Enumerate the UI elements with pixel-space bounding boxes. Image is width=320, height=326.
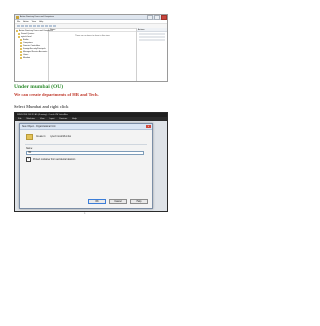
section-subheading: We can create departments of HR and Tech…	[14, 92, 99, 97]
filter-icon[interactable]	[53, 25, 56, 27]
ok-button[interactable]: OK	[88, 199, 106, 204]
maximize-icon[interactable]	[154, 15, 160, 20]
refresh-icon[interactable]	[29, 25, 32, 27]
create-in-path: nytech.local/Mumbai	[49, 136, 71, 138]
name-field[interactable]: HR	[26, 151, 144, 155]
protect-checkbox[interactable]: ✓	[26, 157, 31, 162]
properties-icon[interactable]	[33, 25, 36, 27]
tree-item[interactable]: Mumbai	[15, 56, 48, 59]
actions-pane: Actions	[136, 28, 167, 81]
new-user-icon[interactable]	[41, 25, 44, 27]
section-heading: Under mumbai (OU)	[14, 84, 64, 90]
empty-message: There are no items to show in this view.	[74, 35, 110, 37]
close-icon[interactable]: ✕	[146, 125, 151, 128]
divider	[25, 144, 147, 145]
folder-icon	[20, 47, 22, 50]
page-number: 9	[84, 212, 86, 215]
folder-icon	[20, 38, 22, 41]
actions-header: Actions	[137, 28, 167, 32]
menu-help[interactable]: Help	[39, 21, 43, 23]
document-page: Active Directory Users and Computers Fil…	[0, 0, 252, 326]
dialog-titlebar: New Object - Organizational Unit ✕	[20, 124, 152, 130]
new-ou-icon[interactable]	[49, 25, 52, 27]
dialog-title: New Object - Organizational Unit	[22, 125, 56, 128]
up-icon[interactable]	[25, 25, 28, 27]
close-icon[interactable]	[161, 15, 167, 20]
vbox-menu-file[interactable]: File	[18, 118, 22, 120]
name-value: HR	[28, 152, 32, 154]
cancel-button[interactable]: Cancel	[109, 199, 127, 204]
window-title: Active Directory Users and Computers	[20, 16, 55, 18]
vbox-menu-view[interactable]: View	[40, 118, 45, 120]
folder-icon	[20, 44, 22, 47]
folder-icon	[20, 53, 22, 56]
forward-icon[interactable]	[21, 25, 24, 27]
new-group-icon[interactable]	[45, 25, 48, 27]
app-icon	[16, 15, 19, 19]
console-tree: Active Directory Users and Computers Sav…	[15, 28, 53, 81]
folder-icon	[18, 32, 20, 35]
ad-users-computers-screenshot: Active Directory Users and Computers Fil…	[14, 14, 168, 82]
protect-label: Protect container from accidental deleti…	[33, 158, 76, 161]
vbox-menu-machine[interactable]: Machine	[27, 118, 35, 120]
help-button[interactable]: Help	[130, 199, 148, 204]
domain-icon	[18, 35, 20, 38]
virtualbox-screenshot: WINDOWS 2K8 R2 AD (Running) - Oracle VM …	[14, 112, 168, 212]
menu-view[interactable]: View	[32, 21, 36, 23]
protect-checkbox-row[interactable]: ✓ Protect container from accidental dele…	[26, 157, 152, 162]
name-label: Name:	[26, 148, 33, 150]
dialog-buttons: OK Cancel Help	[88, 199, 148, 204]
help-icon[interactable]	[37, 25, 40, 27]
instruction-text: Select Mumbai and right click	[14, 104, 69, 109]
column-header-name[interactable]: Name	[49, 28, 136, 32]
new-object-dialog: New Object - Organizational Unit ✕ Creat…	[19, 123, 153, 209]
vbox-menu-input[interactable]: Input	[50, 118, 55, 120]
vbox-menu-help[interactable]: Help	[72, 118, 77, 120]
details-pane: Name There are no items to show in this …	[49, 28, 136, 81]
ou-icon	[20, 56, 22, 59]
vm-screen: New Object - Organizational Unit ✕ Creat…	[15, 121, 167, 211]
minimize-icon[interactable]	[147, 15, 153, 20]
folder-icon	[20, 41, 22, 44]
folder-icon	[16, 29, 18, 32]
back-icon[interactable]	[17, 25, 20, 27]
folder-icon	[20, 50, 22, 53]
create-in-label: Create in:	[36, 136, 46, 138]
ou-icon	[26, 134, 33, 140]
vbox-menu-devices[interactable]: Devices	[59, 118, 67, 120]
create-in-row: Create in: nytech.local/Mumbai	[26, 134, 152, 140]
menu-file[interactable]: File	[17, 21, 20, 23]
menu-action[interactable]: Action	[23, 21, 29, 23]
